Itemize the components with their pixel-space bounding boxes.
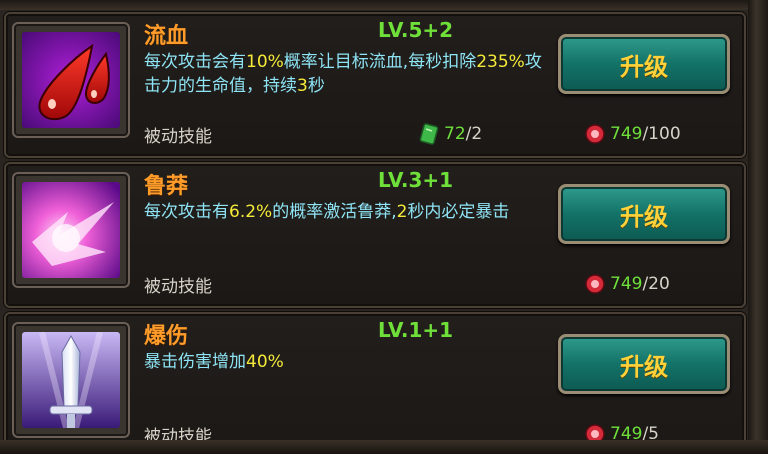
sword-icon: [22, 332, 120, 428]
skill-type-label: 被动技能: [144, 427, 212, 440]
skill-icon-frame: [12, 322, 130, 438]
skill-type-label: 被动技能: [144, 127, 212, 147]
skill-level: LV.5+2: [378, 18, 454, 42]
skill-description: 每次攻击有6.2%的概率激活鲁莽,2秒内必定暴击: [144, 200, 554, 224]
desc-text: 秒内必定暴击: [407, 202, 510, 222]
skill-description: 暴击伤害增加40%: [144, 350, 554, 374]
skill-description: 每次攻击会有10%概率让目标流血,每秒扣除235%攻击力的生命值，持续3秒: [144, 50, 554, 98]
gem-count-need: /100: [642, 124, 681, 144]
desc-highlight-value: 40%: [246, 352, 284, 372]
upgrade-button[interactable]: 升级: [558, 184, 730, 244]
skill-icon-frame: [12, 172, 130, 288]
desc-highlight-value: 6.2%: [229, 202, 273, 222]
red-gem-icon: [584, 273, 606, 295]
skill-row-crit-damage: 爆伤 LV.1+1 暴击伤害增加40% 被动技能 升级 749/5: [4, 312, 746, 440]
skill-name: 鲁莽: [144, 174, 189, 199]
skill-level: LV.1+1: [378, 318, 454, 342]
gem-cost: 749/5: [584, 422, 659, 440]
desc-highlight-value: 235%: [476, 52, 525, 72]
desc-text: 概率让目标流血,每秒扣除: [283, 52, 477, 72]
gem-count-have: 749: [610, 424, 643, 440]
skill-book-icon: [418, 123, 440, 145]
red-gem-icon: [584, 123, 606, 145]
desc-text: 每次攻击有: [144, 202, 229, 222]
red-gem-icon: [584, 423, 606, 440]
desc-text: 秒: [307, 76, 325, 96]
upgrade-button[interactable]: 升级: [558, 34, 730, 94]
gem-cost: 749/100: [584, 122, 681, 146]
bottom-frame: [0, 440, 768, 454]
book-count-have: 72: [444, 124, 466, 144]
skill-type-label: 被动技能: [144, 277, 212, 297]
desc-text: 暴击伤害增加: [144, 352, 246, 372]
skill-icon-frame: [12, 22, 130, 138]
gem-count-need: /20: [642, 274, 670, 294]
blood-drops-icon: [22, 32, 120, 128]
gem-count-have: 749: [610, 124, 643, 144]
skill-name: 爆伤: [144, 324, 189, 349]
skill-list[interactable]: 流血 LV.5+2 每次攻击会有10%概率让目标流血,每秒扣除235%攻击力的生…: [0, 0, 768, 440]
book-count-need: /2: [465, 124, 483, 144]
upgrade-button[interactable]: 升级: [558, 334, 730, 394]
desc-highlight-value: 2: [396, 202, 408, 222]
desc-highlight-value: 3: [297, 76, 308, 96]
desc-text: 的概率激活鲁莽,: [272, 202, 397, 222]
gem-cost: 749/20: [584, 272, 670, 296]
skill-book-cost: 72/2: [418, 122, 482, 146]
gem-count-have: 749: [610, 274, 643, 294]
pink-burst-icon: [22, 182, 120, 278]
desc-highlight-value: 10%: [246, 52, 284, 72]
skill-row-bleed: 流血 LV.5+2 每次攻击会有10%概率让目标流血,每秒扣除235%攻击力的生…: [4, 12, 746, 158]
skill-name: 流血: [144, 24, 189, 49]
skill-row-reckless: 鲁莽 LV.3+1 每次攻击有6.2%的概率激活鲁莽,2秒内必定暴击 被动技能 …: [4, 162, 746, 308]
desc-text: 每次攻击会有: [144, 52, 246, 72]
skill-level: LV.3+1: [378, 168, 454, 192]
gem-count-need: /5: [642, 424, 659, 440]
